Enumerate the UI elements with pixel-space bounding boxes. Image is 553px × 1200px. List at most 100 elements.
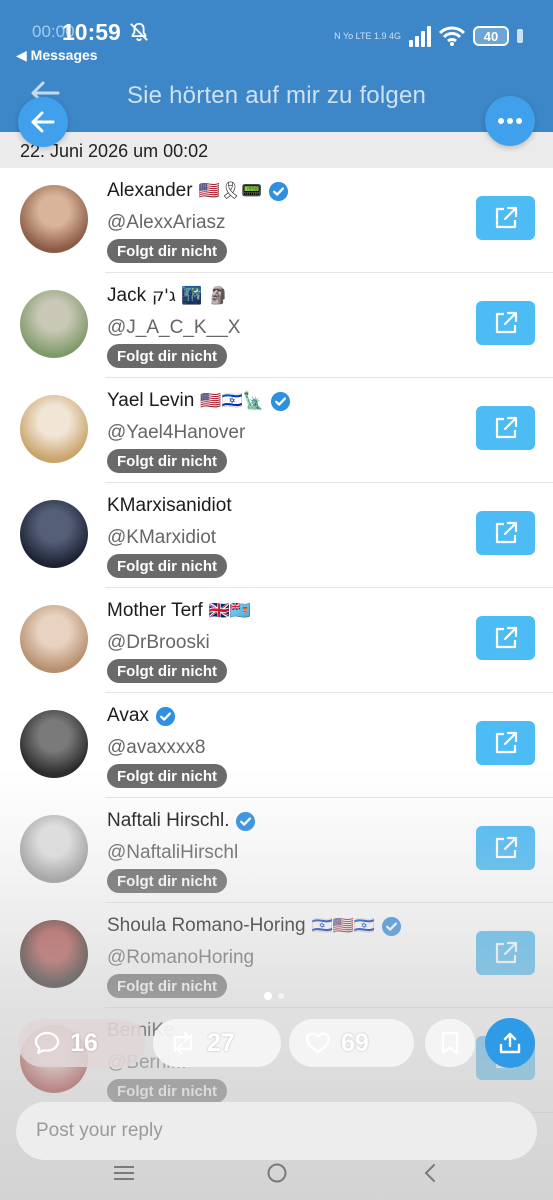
not-following-badge: Folgt dir nicht (107, 239, 227, 263)
list-item[interactable]: Naftali Hirschl. @NaftaliHirschl Folgt d… (0, 798, 553, 903)
display-name: Mother Terf (107, 600, 203, 621)
username-handle: @AlexxAriasz (107, 212, 226, 233)
not-following-badge: Folgt dir nicht (107, 1079, 227, 1103)
arrow-left-icon (31, 111, 55, 133)
avatar[interactable] (20, 395, 88, 463)
external-link-icon (495, 521, 517, 544)
open-profile-button[interactable] (476, 511, 535, 555)
like-count: 69 (341, 1028, 369, 1057)
avatar[interactable] (20, 710, 88, 778)
username-handle: @DrBrooski (107, 632, 210, 653)
external-link-icon (495, 311, 517, 334)
not-following-badge: Folgt dir nicht (107, 344, 227, 368)
verified-badge-icon (270, 391, 290, 411)
list-item[interactable]: Alexander 🇺🇸🎗📟 @AlexxAriasz Folgt dir ni… (0, 168, 553, 273)
back-app-label: Messages (30, 47, 98, 63)
name-line: Jack ג'ק 🌃 🗿 (107, 283, 229, 309)
username-handle: @avaxxxx8 (107, 737, 206, 758)
more-options-button[interactable] (485, 96, 535, 146)
external-link-icon (495, 206, 517, 229)
share-button[interactable] (485, 1018, 535, 1068)
username-handle: @J_A_C_K__X (107, 317, 241, 338)
avatar[interactable] (20, 500, 88, 568)
display-name: Alexander (107, 180, 193, 201)
avatar[interactable] (20, 185, 88, 253)
list-item[interactable]: Mother Terf 🇬🇧🇫🇯 @DrBrooski Folgt dir ni… (0, 588, 553, 693)
top-app-bar: 00:00 10:59 ◀ Messages N Yo LTE 1.9 4G 4… (0, 0, 553, 132)
external-link-icon (495, 731, 517, 754)
open-profile-button[interactable] (476, 721, 535, 765)
display-name: Jack (107, 285, 147, 306)
home-icon[interactable] (264, 1162, 290, 1184)
back-button[interactable] (18, 97, 68, 147)
avatar[interactable] (20, 815, 88, 883)
not-following-badge: Folgt dir nicht (107, 974, 227, 998)
reply-input[interactable]: Post your reply (16, 1102, 537, 1160)
avatar[interactable] (20, 605, 88, 673)
name-line: Shoula Romano-Horing 🇮🇱🇺🇸🇮🇱 (107, 913, 402, 939)
display-name: Yael Levin (107, 390, 195, 411)
reply-placeholder: Post your reply (36, 1120, 163, 1141)
name-emoji: 🇺🇸🎗📟 (198, 181, 263, 201)
wifi-icon (439, 26, 465, 46)
page-dot-active (264, 992, 272, 1000)
external-link-icon (495, 416, 517, 439)
open-profile-button[interactable] (476, 406, 535, 450)
page-indicator (264, 992, 284, 1000)
status-time: 10:59 (62, 19, 121, 45)
list-item[interactable]: Avax @avaxxxx8 Folgt dir nicht (0, 693, 553, 798)
verified-badge-icon (382, 916, 402, 936)
not-following-badge: Folgt dir nicht (107, 869, 227, 893)
display-name: Shoula Romano-Horing (107, 915, 306, 936)
retweet-icon (173, 1031, 193, 1055)
retweet-count-button[interactable]: 27 (153, 1019, 281, 1067)
status-indicators: N Yo LTE 1.9 4G 40 (334, 22, 523, 50)
bookmark-button[interactable] (425, 1019, 475, 1067)
open-profile-button[interactable] (476, 826, 535, 870)
network-indicator: N Yo LTE 1.9 4G (334, 30, 401, 41)
more-horizontal-icon (498, 118, 522, 124)
bell-off-icon (130, 22, 148, 42)
open-profile-button[interactable] (476, 196, 535, 240)
heart-icon (305, 1032, 331, 1054)
name-line: Mother Terf 🇬🇧🇫🇯 (107, 598, 251, 624)
like-count-button[interactable]: 69 (289, 1019, 414, 1067)
avatar[interactable] (20, 290, 88, 358)
verified-badge-icon (155, 706, 175, 726)
username-handle: @Yael4Hanover (107, 422, 246, 443)
battery-icon: 40 (473, 26, 509, 46)
external-link-icon (495, 626, 517, 649)
verified-badge-icon (269, 181, 289, 201)
username-handle: @RomanoHoring (107, 947, 255, 968)
open-profile-button[interactable] (476, 931, 535, 975)
username-handle: @NaftaliHirschl (107, 842, 239, 863)
list-item[interactable]: Yael Levin 🇺🇸🇮🇱🗽 @Yael4Hanover Folgt dir… (0, 378, 553, 483)
name-line: Alexander 🇺🇸🎗📟 (107, 178, 289, 204)
avatar[interactable] (20, 920, 88, 988)
name-line: Naftali Hirschl. (107, 808, 256, 834)
reply-count-button[interactable]: 16 (18, 1019, 146, 1067)
battery-level: 40 (483, 28, 499, 44)
back-to-messages-link[interactable]: ◀ Messages (16, 47, 98, 64)
back-icon[interactable] (418, 1162, 444, 1184)
battery-cap (517, 29, 523, 43)
bookmark-icon (441, 1031, 459, 1055)
not-following-badge: Folgt dir nicht (107, 554, 227, 578)
open-profile-button[interactable] (476, 301, 535, 345)
open-profile-button[interactable] (476, 616, 535, 660)
list-item[interactable]: Jack ג'ק 🌃 🗿 @J_A_C_K__X Folgt dir nicht (0, 273, 553, 378)
not-following-badge: Folgt dir nicht (107, 449, 227, 473)
name-emoji: 🇬🇧🇫🇯 (208, 601, 252, 621)
username-handle: @KMarxidiot (107, 527, 217, 548)
display-name: Avax (107, 705, 149, 726)
name-line: Yael Levin 🇺🇸🇮🇱🗽 (107, 388, 291, 414)
external-link-icon (495, 836, 517, 859)
not-following-badge: Folgt dir nicht (107, 659, 227, 683)
name-emoji: 🇮🇱🇺🇸🇮🇱 (311, 916, 376, 936)
list-item[interactable]: KMarxisanidiot @KMarxidiot Folgt dir nic… (0, 483, 553, 588)
display-name: Naftali Hirschl. (107, 810, 230, 831)
name-line: Avax (107, 703, 176, 729)
not-following-badge: Folgt dir nicht (107, 764, 227, 788)
name-line: KMarxisanidiot (107, 493, 232, 519)
recent-apps-icon[interactable] (111, 1162, 137, 1184)
